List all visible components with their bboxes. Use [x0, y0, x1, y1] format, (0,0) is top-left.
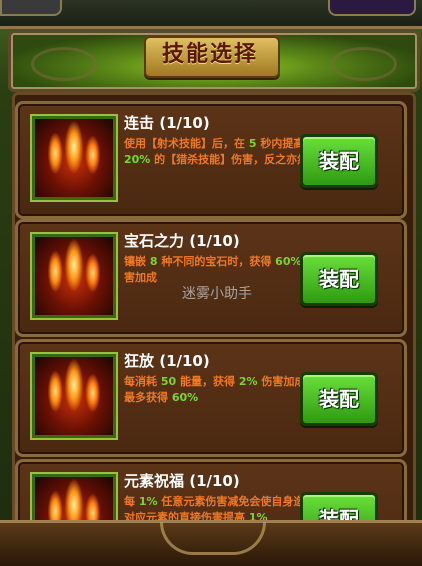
page-title: 技能选择 — [161, 42, 258, 67]
skill-description: 每消耗 50 能量，获得 2% 伤害加成，最多获得 60% — [124, 374, 320, 406]
equip-button-label: 装配 — [319, 267, 359, 291]
skill-card[interactable]: 狂放 (1/10) 每消耗 50 能量，获得 2% 伤害加成，最多获得 60% 装配 — [15, 339, 407, 457]
skill-card[interactable]: 连击 (1/10) 使用【射术技能】后，在 5 秒内提高 20% 的【猎杀技能】伤… — [15, 101, 407, 219]
skill-desc-text: 每消耗 — [124, 375, 161, 388]
top-right-tab[interactable] — [328, 0, 416, 16]
skill-desc-text: 能量，获得 — [176, 375, 239, 388]
skill-icon-frame — [32, 234, 116, 318]
header-ornament-right — [331, 47, 397, 81]
skill-list[interactable]: 连击 (1/10) 使用【射术技能】后，在 5 秒内提高 20% 的【猎杀技能】伤… — [12, 92, 416, 528]
skill-desc-text: 秒内提高 — [256, 137, 305, 150]
skill-desc-text: 每 — [124, 495, 139, 508]
skill-desc-text: 镶嵌 — [124, 255, 150, 268]
equip-button[interactable]: 装配 — [300, 372, 378, 426]
top-left-tab[interactable] — [0, 0, 62, 16]
skill-desc-value: 60% — [275, 255, 302, 268]
equip-button[interactable]: 装配 — [300, 134, 378, 188]
equip-button[interactable]: 装配 — [300, 252, 378, 306]
skill-desc-value: 50 — [160, 375, 177, 388]
skill-desc-text: 种不同的宝石时，获得 — [157, 255, 276, 268]
skill-desc-value: 2% — [238, 375, 258, 388]
equip-button-label: 装配 — [319, 387, 359, 411]
skill-name: 连击 (1/10) — [124, 114, 210, 132]
skill-name: 狂放 (1/10) — [124, 352, 210, 370]
fire-skill-icon — [35, 357, 113, 435]
skill-name: 宝石之力 (1/10) — [124, 232, 240, 250]
skill-desc-text: 的【猎杀技能】伤害，反之亦然 — [150, 153, 309, 166]
bottom-ornament — [160, 522, 266, 555]
skill-card[interactable]: 宝石之力 (1/10) 镶嵌 8 种不同的宝石时，获得 60% 伤害加成装配 — [15, 219, 407, 337]
watermark-text: 迷雾小助手 — [182, 286, 252, 302]
skill-desc-value: 20% — [124, 153, 151, 166]
skill-name: 元素祝福 (1/10) — [124, 472, 240, 490]
skill-description: 使用【射术技能】后，在 5 秒内提高 20% 的【猎杀技能】伤害，反之亦然 — [124, 136, 320, 168]
skill-icon-frame — [32, 116, 116, 200]
fire-skill-icon — [35, 237, 113, 315]
equip-button-label: 装配 — [319, 149, 359, 173]
skill-desc-value: 5 — [248, 137, 257, 150]
skill-icon-frame — [32, 354, 116, 438]
skill-description: 镶嵌 8 种不同的宝石时，获得 60% 伤害加成 — [124, 254, 320, 286]
skill-desc-value: 1% — [138, 495, 158, 508]
skill-desc-value: 8 — [149, 255, 158, 268]
header-ornament-left — [31, 47, 97, 81]
skill-desc-value: 60% — [171, 391, 199, 404]
fire-skill-icon — [35, 119, 113, 197]
skill-desc-text: 使用【射术技能】后，在 — [124, 137, 249, 150]
skill-card[interactable]: 元素祝福 (1/10) 每 1% 任意元素伤害减免会使自身造成对应元素的直接伤害提… — [15, 459, 407, 525]
